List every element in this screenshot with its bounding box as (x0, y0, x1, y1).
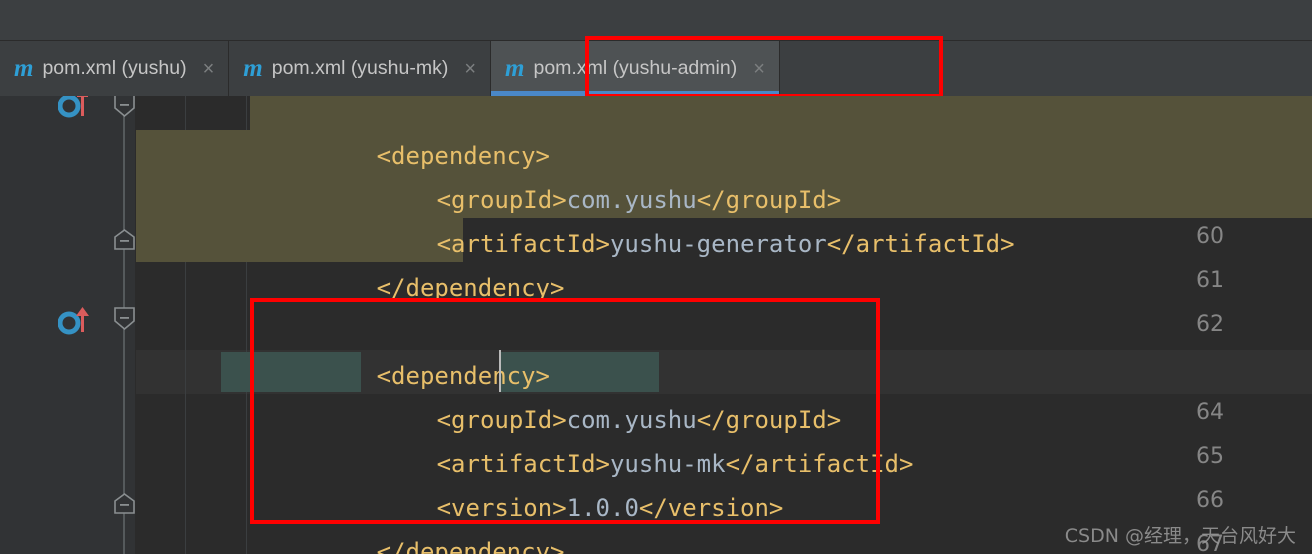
fold-end-icon[interactable] (113, 493, 136, 515)
xml-open-tag: <version> (436, 494, 567, 522)
editor-tab-bar: m pom.xml (yushu) × m pom.xml (yushu-mk)… (0, 41, 1312, 96)
tab-label: pom.xml (yushu-mk) (271, 57, 449, 79)
xml-open-tag: <artifactId> (436, 450, 610, 478)
xml-text: com.yushu (566, 406, 697, 434)
selection-highlight (250, 96, 1312, 130)
maven-m-icon: m (243, 55, 262, 82)
fold-start-icon[interactable] (113, 96, 136, 118)
maven-dependency-arrow-icon[interactable] (58, 96, 92, 124)
xml-tag: </dependency> (376, 274, 565, 302)
tab-pom-yushu-mk[interactable]: m pom.xml (yushu-mk) × (229, 41, 492, 96)
ide-window: m pom.xml (yushu) × m pom.xml (yushu-mk)… (0, 0, 1312, 554)
code-editor[interactable]: 57 58 59 60 61 62 63 64 65 66 67 (0, 96, 1312, 554)
maven-dependency-arrow-icon[interactable] (58, 306, 92, 336)
tab-pom-yushu-admin[interactable]: m pom.xml (yushu-admin) × (491, 41, 780, 96)
maven-m-icon: m (14, 55, 33, 82)
fold-start-icon[interactable] (113, 307, 136, 331)
csdn-watermark: CSDN @经理，天台风好大 (1064, 525, 1296, 547)
xml-text: com.yushu (566, 186, 697, 214)
xml-close-tag: </version> (638, 494, 784, 522)
xml-text: 1.0.0 (566, 494, 639, 522)
xml-open-tag: <groupId> (436, 406, 567, 434)
tab-pom-yushu[interactable]: m pom.xml (yushu) × (0, 41, 230, 96)
xml-tag: <dependency> (376, 142, 550, 170)
xml-close-tag: </artifactId> (725, 450, 914, 478)
code-line-62[interactable]: <dependency> (261, 310, 1312, 390)
code-content[interactable]: <dependency> <groupId>com.yushu</groupId… (136, 96, 1312, 554)
xml-close-tag: </artifactId> (826, 230, 1015, 258)
tab-bar-empty-area (779, 41, 1312, 96)
xml-text: yushu-mk (609, 450, 726, 478)
xml-text: yushu-generator (609, 230, 827, 258)
text-caret (499, 350, 501, 392)
selection-highlight (136, 218, 463, 262)
matching-tag-highlight (221, 352, 361, 392)
close-icon[interactable]: × (464, 59, 476, 79)
tab-label: pom.xml (yushu-admin) (533, 57, 738, 79)
fold-end-icon[interactable] (113, 229, 136, 251)
tab-label: pom.xml (yushu) (42, 57, 187, 79)
close-icon[interactable]: × (203, 59, 215, 79)
close-icon[interactable]: × (753, 59, 765, 79)
maven-m-icon: m (505, 55, 524, 82)
xml-open-tag: <groupId> (436, 186, 567, 214)
xml-open-tag: <artifactId> (436, 230, 610, 258)
xml-close-tag: </groupId> (696, 186, 842, 214)
xml-close-tag: </groupId> (696, 406, 842, 434)
main-toolbar (0, 0, 1312, 41)
xml-tag: <dependency> (376, 362, 550, 390)
xml-tag: </dependency> (376, 538, 565, 554)
